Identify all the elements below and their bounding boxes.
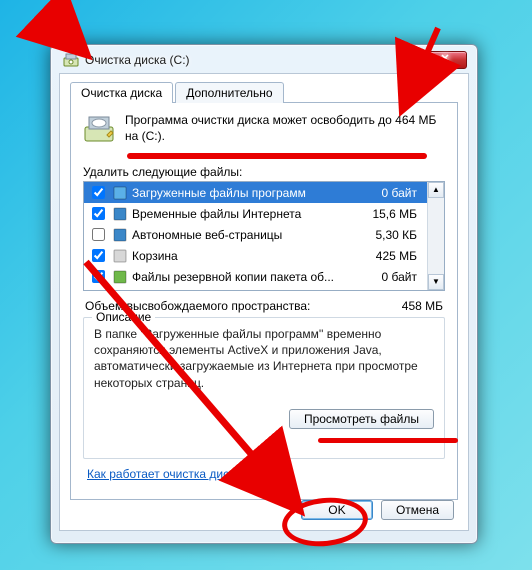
file-checkbox[interactable] bbox=[92, 186, 105, 199]
window-title: Очистка диска (C:) bbox=[85, 53, 423, 67]
summary-line2: на (C:). bbox=[125, 129, 436, 145]
description-title: Описание bbox=[92, 310, 155, 324]
total-value: 458 МБ bbox=[402, 299, 443, 313]
file-row[interactable]: Корзина 425 МБ bbox=[84, 245, 427, 266]
file-name: Временные файлы Интернета bbox=[132, 207, 359, 221]
summary-text: Программа очистки диска может освободить… bbox=[125, 113, 436, 144]
scrollbar[interactable]: ▲ ▼ bbox=[427, 182, 444, 290]
disk-cleanup-window: Очистка диска (C:) ✕ Очистка диска Допол… bbox=[50, 44, 478, 544]
drive-icon bbox=[83, 113, 115, 145]
file-size: 5,30 КБ bbox=[363, 228, 423, 242]
file-row[interactable]: Автономные веб-страницы 5,30 КБ bbox=[84, 224, 427, 245]
file-row[interactable]: Загруженные файлы программ 0 байт bbox=[84, 182, 427, 203]
cancel-button[interactable]: Отмена bbox=[381, 500, 454, 520]
tab-cleanup[interactable]: Очистка диска bbox=[70, 82, 173, 103]
file-checkbox[interactable] bbox=[92, 270, 105, 283]
files-to-delete-label: Удалить следующие файлы: bbox=[83, 165, 445, 179]
file-checkbox[interactable] bbox=[92, 249, 105, 262]
client-area: Очистка диска Дополнительно Программа оч… bbox=[59, 73, 469, 531]
tab-strip: Очистка диска Дополнительно bbox=[70, 82, 458, 103]
file-checkbox[interactable] bbox=[92, 207, 105, 220]
scroll-down-button[interactable]: ▼ bbox=[428, 274, 444, 290]
file-name: Загруженные файлы программ bbox=[132, 186, 359, 200]
file-size: 0 байт bbox=[363, 186, 423, 200]
file-name: Файлы резервной копии пакета об... bbox=[132, 270, 359, 284]
scroll-track[interactable] bbox=[428, 198, 444, 274]
file-type-icon bbox=[112, 206, 128, 222]
file-name: Корзина bbox=[132, 249, 359, 263]
file-name: Автономные веб-страницы bbox=[132, 228, 359, 242]
annotation-underline-viewfiles bbox=[318, 438, 458, 443]
annotation-underline-summary bbox=[127, 153, 427, 159]
close-button[interactable]: ✕ bbox=[423, 51, 467, 69]
file-type-icon bbox=[112, 185, 128, 201]
summary-line1: Программа очистки диска может освободить… bbox=[125, 113, 436, 129]
file-size: 0 байт bbox=[363, 270, 423, 284]
file-type-icon bbox=[112, 227, 128, 243]
view-files-button[interactable]: Просмотреть файлы bbox=[289, 409, 434, 429]
file-list: Загруженные файлы программ 0 байт Временны… bbox=[83, 181, 445, 291]
file-size: 15,6 МБ bbox=[363, 207, 423, 221]
file-size: 425 МБ bbox=[363, 249, 423, 263]
description-text: В папке ''Загруженные файлы программ'' в… bbox=[94, 326, 434, 391]
how-it-works-link[interactable]: Как работает очистка диска? bbox=[87, 467, 248, 481]
titlebar: Очистка диска (C:) ✕ bbox=[59, 51, 469, 73]
disk-cleanup-icon bbox=[63, 52, 79, 68]
file-checkbox[interactable] bbox=[92, 228, 105, 241]
file-row[interactable]: Временные файлы Интернета 15,6 МБ bbox=[84, 203, 427, 224]
file-type-icon bbox=[112, 269, 128, 285]
tab-more-options[interactable]: Дополнительно bbox=[175, 82, 283, 103]
file-type-icon bbox=[112, 248, 128, 264]
scroll-up-button[interactable]: ▲ bbox=[428, 182, 444, 198]
file-row[interactable]: Файлы резервной копии пакета об... 0 байт bbox=[84, 266, 427, 287]
